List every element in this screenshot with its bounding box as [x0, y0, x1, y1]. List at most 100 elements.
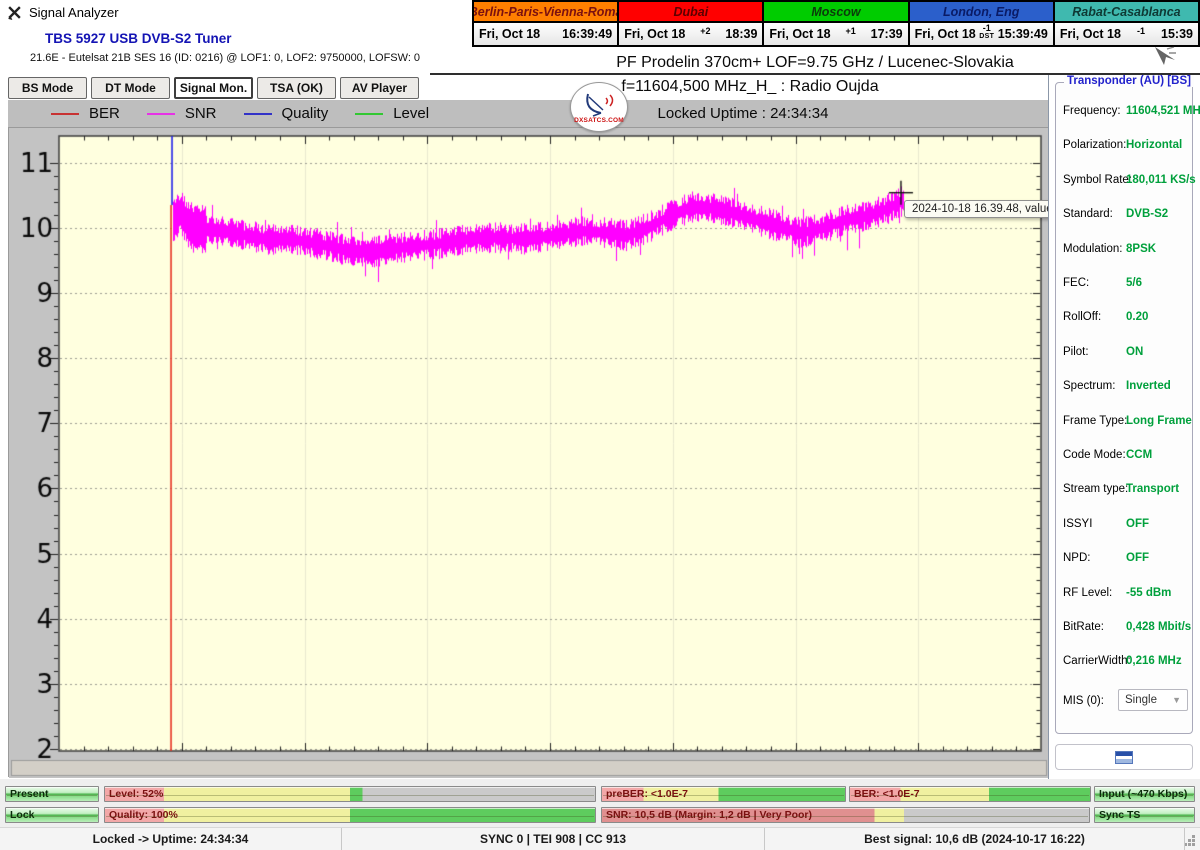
- syncts-bar-label: Sync TS: [1099, 809, 1141, 821]
- window-title: Signal Analyzer: [29, 4, 119, 20]
- save-button[interactable]: [1055, 744, 1193, 770]
- statusbar-cell-0: Locked -> Uptime: 24:34:34: [0, 828, 342, 850]
- legend-line-quality: [243, 112, 272, 115]
- transponder-value: 0.20: [1126, 311, 1149, 324]
- transponder-value: 8PSK: [1126, 242, 1157, 255]
- tab-dt-mode[interactable]: DT Mode: [91, 77, 170, 99]
- transponder-row-rolloff: RollOff: 0.20: [1056, 311, 1192, 325]
- clock-time-row: Fri, Oct 18 -1 15:39: [1054, 23, 1199, 45]
- clock-utc-offset: -1: [1137, 27, 1145, 36]
- save-icon: [1115, 750, 1133, 764]
- logo-text: DXSATCS.COM: [574, 116, 624, 124]
- transponder-row-npd: NPD: OFF: [1056, 552, 1192, 566]
- resize-grip[interactable]: [1192, 843, 1195, 846]
- transponder-value: 0,216 MHz: [1126, 655, 1182, 668]
- legend-label: BER: [89, 105, 120, 122]
- clock-city-label: Dubai: [619, 2, 763, 23]
- snr-bar-label: SNR: 10,5 dB (Margin: 1,2 dB | Very Poor…: [606, 809, 812, 821]
- legend-bar: BER SNR Quality Level Locked Uptime : 24:34…: [8, 100, 1048, 127]
- signal-chart-canvas[interactable]: [9, 128, 1049, 778]
- transponder-label: Spectrum:: [1063, 380, 1116, 393]
- legend-label: Quality: [281, 105, 329, 122]
- offset-value: -1: [1136, 26, 1145, 36]
- transponder-label: CarrierWidth:: [1063, 655, 1131, 668]
- transponder-row-bitrate: BitRate: 0,428 Mbit/s: [1056, 621, 1192, 635]
- snr-chart-panel: 2024-10-18 16.39.48, value: 10,5: [8, 127, 1090, 778]
- transponder-label: Frequency:: [1063, 105, 1121, 117]
- transponder-label: Symbol Rate:: [1063, 173, 1133, 186]
- tab-av-player[interactable]: AV Player: [340, 77, 419, 99]
- transponder-label: ISSYI: [1063, 517, 1093, 530]
- transponder-label: Polarization:: [1063, 139, 1127, 152]
- transponder-value: 180,011 KS/s: [1126, 173, 1196, 186]
- tuner-name: TBS 5927 USB DVB-S2 Tuner: [45, 31, 232, 46]
- clock-time: 15:39: [1161, 27, 1194, 41]
- ber-bar: BER: <1.0E-7: [849, 786, 1091, 802]
- level-bar-label: Level: 52%: [109, 788, 164, 800]
- clock-time: 17:39: [870, 27, 903, 41]
- transponder-value: -55 dBm: [1126, 586, 1172, 599]
- cursor-watermark-icon: [1155, 46, 1176, 65]
- app-logo-icon: [8, 5, 21, 20]
- transponder-row-issyi: ISSYI OFF: [1056, 518, 1192, 532]
- transponder-row-code-mode: Code Mode: CCM: [1056, 449, 1192, 463]
- transponder-label: RF Level:: [1063, 586, 1113, 599]
- clock-moscow: Moscow Fri, Oct 18 +1 17:39: [764, 2, 910, 45]
- title-bar: Signal Analyzer: [0, 0, 472, 24]
- clock-date: Fri, Oct 18: [479, 27, 541, 41]
- clock-time-row: Fri, Oct 18 +1 17:39: [764, 23, 908, 45]
- clock-city-label: London, Eng: [909, 2, 1053, 23]
- transponder-row-polarization: Polarization: Horizontal: [1056, 139, 1192, 153]
- transponder-row-modulation: Modulation: 8PSK: [1056, 243, 1192, 257]
- legend-label: Level: [393, 105, 430, 122]
- lock-bar: Lock: [5, 807, 99, 823]
- transponder-value: OFF: [1126, 517, 1149, 530]
- mis-label: MIS (0):: [1063, 695, 1104, 707]
- clock-time: 18:39: [725, 27, 758, 41]
- tab-signal-mon[interactable]: Signal Mon.: [174, 77, 253, 99]
- clock-date: Fri, Oct 18: [624, 27, 686, 41]
- mis-select[interactable]: Single ▼: [1118, 689, 1188, 711]
- transponder-row-frame-type: Frame Type: Long Frame: [1056, 415, 1192, 429]
- satellite-dish-icon: [586, 93, 614, 117]
- transponder-row-pilot: Pilot: ON: [1056, 346, 1192, 360]
- transponder-value: 0,428 Mbit/s: [1126, 621, 1192, 633]
- transponder-value: 5/6: [1126, 277, 1142, 289]
- clock-utc-offset: +1: [845, 27, 855, 36]
- clock-berlin-paris-vienna-roma: Berlin-Paris-Vienna-Roma Fri, Oct 18 16:39…: [474, 2, 620, 45]
- transponder-row-stream-type: Stream type: Transport: [1056, 483, 1192, 497]
- dxsatcs-logo: DXSATCS.COM: [570, 82, 628, 132]
- snr-bar: SNR: 10,5 dB (Margin: 1,2 dB | Very Poor…: [601, 807, 1090, 823]
- present-bar-label: Present: [10, 788, 49, 800]
- transponder-label: BitRate:: [1063, 621, 1104, 633]
- transponder-row-rf-level: RF Level: -55 dBm: [1056, 587, 1192, 601]
- clock-time-row: Fri, Oct 18 -1 DST 15:39:49: [909, 23, 1053, 45]
- clock-time-row: Fri, Oct 18 +2 18:39: [619, 23, 763, 45]
- ber-bar-label: BER: <1.0E-7: [854, 788, 920, 800]
- input-bar: Input (~470 Kbps): [1094, 786, 1195, 802]
- clock-dubai: Dubai Fri, Oct 18 +2 18:39: [619, 2, 765, 45]
- transponder-row-carrierwidth: CarrierWidth: 0,216 MHz: [1056, 655, 1192, 669]
- clock-utc-offset: +2: [700, 27, 710, 36]
- antenna-header: PF Prodelin 370cm+ LOF=9.75 GHz / Lucene…: [616, 54, 1014, 71]
- clock-time: 16:39:49: [562, 27, 613, 41]
- clock-city-label: Rabat-Casablanca: [1054, 2, 1199, 23]
- chevron-down-icon: ▼: [1172, 695, 1181, 705]
- transponder-value: Long Frame: [1126, 414, 1192, 427]
- transponder-value: ON: [1126, 345, 1144, 358]
- syncts-bar: Sync TS: [1094, 807, 1195, 823]
- transponder-label: Standard:: [1063, 208, 1113, 221]
- clock-date: Fri, Oct 18: [1059, 27, 1121, 41]
- tab-tsa-ok[interactable]: TSA (OK): [257, 77, 336, 99]
- legend-line-level: [355, 112, 384, 115]
- present-bar: Present: [5, 786, 99, 802]
- transponder-value: OFF: [1126, 552, 1149, 565]
- transponder-label: Frame Type:: [1063, 414, 1128, 427]
- statusbar-cell-2: Best signal: 10,6 dB (2024-10-17 16:22): [765, 828, 1185, 850]
- frequency-header: f=11604,500 MHz_H_ : Radio Oujda: [621, 78, 879, 95]
- clock-date: Fri, Oct 18: [769, 27, 831, 41]
- tab-bs-mode[interactable]: BS Mode: [8, 77, 87, 99]
- transponder-value: Horizontal: [1126, 139, 1183, 152]
- lock-bar-label: Lock: [10, 809, 35, 821]
- transponder-value: CCM: [1126, 449, 1153, 461]
